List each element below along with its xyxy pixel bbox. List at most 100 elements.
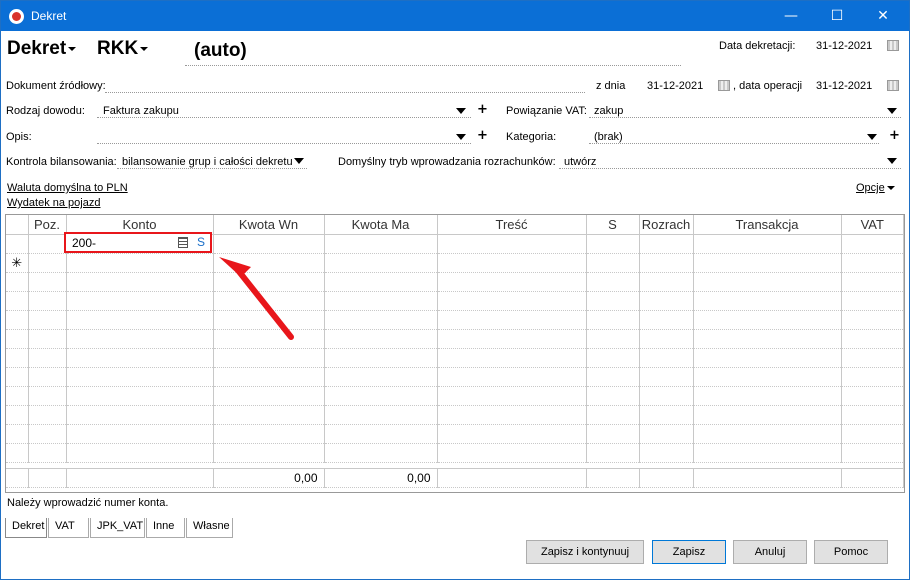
add-icon[interactable]: + [889,128,900,143]
minimize-button[interactable]: — [768,1,814,31]
account-edit-cell[interactable]: 200- S [64,232,212,253]
table-cell[interactable] [437,367,587,387]
table-cell[interactable] [693,291,842,311]
table-cell[interactable] [28,291,67,311]
table-row[interactable] [6,367,904,387]
source-doc-input[interactable] [105,92,585,93]
table-cell[interactable] [586,348,640,368]
register-dropdown[interactable]: RKK [97,38,149,60]
table-cell[interactable] [66,443,214,463]
doc-type-dropdown[interactable]: Dekret [7,38,77,60]
table-cell[interactable] [213,386,325,406]
table-cell[interactable] [324,329,438,349]
table-row[interactable] [6,348,904,368]
table-cell[interactable] [639,234,694,254]
tab-jpk-vat[interactable]: JPK_VAT [90,518,145,538]
table-cell[interactable] [437,405,587,425]
table-cell[interactable] [6,310,29,330]
table-cell[interactable] [28,310,67,330]
table-cell[interactable] [639,367,694,387]
table-cell[interactable] [841,291,904,311]
table-cell[interactable] [639,424,694,444]
table-row[interactable] [6,405,904,425]
table-cell[interactable] [639,253,694,273]
table-cell[interactable] [28,253,67,273]
description-input[interactable] [97,143,471,144]
col-header-s[interactable]: S [586,215,640,235]
table-cell[interactable] [586,272,640,292]
table-cell[interactable] [437,253,587,273]
table-cell[interactable] [66,424,214,444]
table-cell[interactable] [841,367,904,387]
settlement-mode-select[interactable]: utwórz [564,156,596,168]
table-cell[interactable] [437,272,587,292]
table-cell[interactable] [28,234,67,254]
table-cell[interactable] [28,443,67,463]
table-cell[interactable] [28,405,67,425]
table-cell[interactable] [437,234,587,254]
list-icon[interactable] [178,237,188,248]
table-cell[interactable] [6,386,29,406]
table-cell[interactable] [6,405,29,425]
table-cell[interactable] [66,310,214,330]
table-cell[interactable] [639,310,694,330]
table-cell[interactable] [28,348,67,368]
table-row[interactable] [6,291,904,311]
table-cell[interactable] [693,253,842,273]
table-cell[interactable] [639,348,694,368]
table-cell[interactable] [437,386,587,406]
table-row[interactable] [6,272,904,292]
table-cell[interactable] [693,329,842,349]
chevron-down-icon[interactable] [456,134,466,140]
chevron-down-icon[interactable] [456,108,466,114]
currency-link[interactable]: Waluta domyślna to PLN [7,182,128,194]
table-cell[interactable] [6,291,29,311]
table-row[interactable]: ✳ [6,253,904,273]
table-cell[interactable] [213,405,325,425]
table-cell[interactable] [66,348,214,368]
table-cell[interactable] [639,405,694,425]
table-row[interactable] [6,443,904,463]
table-cell[interactable] [66,272,214,292]
table-cell[interactable] [841,253,904,273]
col-header-tresc[interactable]: Treść [437,215,587,235]
table-cell[interactable] [28,329,67,349]
table-cell[interactable] [693,386,842,406]
table-cell[interactable] [324,253,438,273]
table-cell[interactable] [437,329,587,349]
category-select[interactable]: (brak) [594,131,623,143]
table-cell[interactable] [841,272,904,292]
table-cell[interactable] [586,405,640,425]
table-row[interactable] [6,310,904,330]
table-cell[interactable] [586,234,640,254]
table-cell[interactable] [213,443,325,463]
chevron-down-icon[interactable] [294,158,304,164]
table-cell[interactable] [66,329,214,349]
table-cell[interactable] [693,234,842,254]
table-cell[interactable] [841,329,904,349]
from-date-input[interactable]: 31-12-2021 [647,80,703,92]
balance-control-select[interactable]: bilansowanie grup i całości dekretu [122,156,293,168]
table-cell[interactable] [693,424,842,444]
op-date-input[interactable]: 31-12-2021 [816,80,872,92]
entries-grid[interactable]: Poz. Konto Kwota Wn Kwota Ma Treść S Roz… [5,214,905,493]
table-cell[interactable] [693,367,842,387]
col-header-transakcja[interactable]: Transakcja [693,215,842,235]
table-cell[interactable] [693,310,842,330]
col-header-vat[interactable]: VAT [841,215,904,235]
table-cell[interactable] [437,291,587,311]
table-cell[interactable] [324,424,438,444]
table-cell[interactable] [66,253,214,273]
table-cell[interactable] [841,443,904,463]
calendar-icon[interactable] [718,80,730,91]
vehicle-link[interactable]: Wydatek na pojazd [7,197,100,209]
col-header-rozrach[interactable]: Rozrach [639,215,694,235]
table-cell[interactable] [639,329,694,349]
table-cell[interactable] [437,310,587,330]
save-continue-button[interactable]: Zapisz i kontynuuj [526,540,644,564]
table-cell[interactable] [639,291,694,311]
table-cell[interactable] [841,405,904,425]
table-cell[interactable] [437,443,587,463]
table-cell[interactable] [586,386,640,406]
table-cell[interactable] [324,386,438,406]
